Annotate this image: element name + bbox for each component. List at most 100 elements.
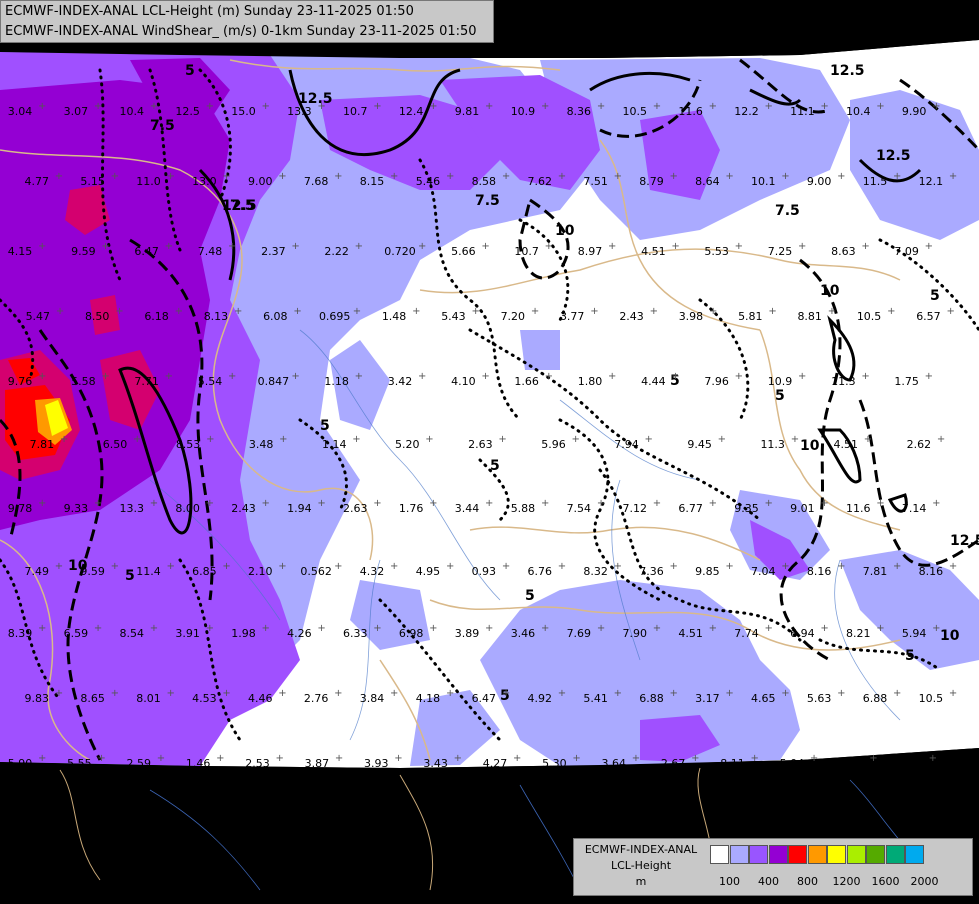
station-value: 13.3 — [287, 105, 312, 118]
station-value: 10.5 — [919, 692, 944, 705]
grid-cross-marker: + — [412, 306, 420, 317]
grid-cross-marker: + — [709, 498, 717, 509]
contour-label: 10 — [820, 283, 840, 299]
station-value: 3.42 — [388, 375, 413, 388]
station-value: 6.88 — [639, 692, 664, 705]
station-value: 7.49 — [25, 565, 50, 578]
station-value: 2.59 — [127, 757, 152, 770]
grid-cross-marker: + — [545, 371, 553, 382]
station-value: 6.57 — [916, 310, 941, 323]
station-value: 6.50 — [103, 438, 128, 451]
station-value: 4.53 — [192, 692, 217, 705]
station-value: 10.5 — [857, 310, 882, 323]
grid-cross-marker: + — [735, 371, 743, 382]
grid-cross-marker: + — [111, 171, 119, 182]
station-value: 9.01 — [790, 502, 815, 515]
grid-cross-marker: + — [558, 171, 566, 182]
grid-cross-marker: + — [949, 171, 957, 182]
grid-cross-marker: + — [485, 101, 493, 112]
grid-cross-marker: + — [222, 171, 230, 182]
station-value: 8.39 — [8, 627, 33, 640]
grid-cross-marker: + — [111, 688, 119, 699]
station-value: 4.46 — [248, 692, 273, 705]
grid-cross-marker: + — [502, 688, 510, 699]
grid-cross-marker: + — [390, 171, 398, 182]
station-value: 5.04 — [780, 757, 805, 770]
station-value: 3.44 — [455, 502, 480, 515]
grid-cross-marker: + — [502, 561, 510, 572]
station-value: 8.13 — [204, 310, 229, 323]
station-value: 8.32 — [583, 565, 608, 578]
station-value: 4.26 — [287, 627, 312, 640]
contour-label: 10 — [555, 223, 575, 239]
station-value: 1.66 — [514, 375, 539, 388]
legend-swatch — [710, 845, 729, 864]
station-value: 9.45 — [687, 438, 712, 451]
station-value: 5.47 — [26, 310, 51, 323]
station-value: 5.58 — [71, 375, 96, 388]
grid-cross-marker: + — [317, 101, 325, 112]
station-value: 4.51 — [834, 438, 859, 451]
station-value: 3.91 — [175, 627, 200, 640]
station-value: 6.18 — [144, 310, 169, 323]
grid-cross-marker: + — [429, 498, 437, 509]
grid-cross-marker: + — [454, 753, 462, 764]
contour-label: 5 — [905, 648, 915, 664]
grid-cross-marker: + — [38, 371, 46, 382]
grid-cross-marker: + — [278, 171, 286, 182]
station-value: 10.5 — [622, 105, 647, 118]
station-value: 7.20 — [501, 310, 526, 323]
color-legend: ECMWF-INDEX-ANAL LCL-Height m 100 400 800 1… — [573, 838, 973, 896]
contour-label: 5 — [490, 458, 500, 474]
station-value: 8.50 — [85, 310, 110, 323]
grid-cross-marker: + — [837, 688, 845, 699]
grid-cross-marker: + — [278, 688, 286, 699]
legend-title-line3: m — [635, 875, 647, 888]
grid-cross-marker: + — [38, 753, 46, 764]
station-value: 12.1 — [919, 175, 944, 188]
station-value: 9.00 — [248, 175, 273, 188]
grid-cross-marker: + — [781, 688, 789, 699]
grid-cross-marker: + — [691, 753, 699, 764]
contour-label: 7.5 — [475, 193, 500, 209]
grid-cross-marker: + — [669, 171, 677, 182]
station-value: 5.63 — [807, 692, 832, 705]
grid-cross-marker: + — [111, 561, 119, 572]
station-value: 7.14 — [902, 502, 927, 515]
grid-cross-marker: + — [541, 101, 549, 112]
grid-cross-marker: + — [781, 561, 789, 572]
grid-cross-marker: + — [206, 434, 214, 445]
station-value: 11.3 — [760, 438, 785, 451]
grid-cross-marker: + — [165, 371, 173, 382]
station-value: 4.77 — [25, 175, 50, 188]
grid-cross-marker: + — [653, 498, 661, 509]
station-value: 5.46 — [416, 175, 441, 188]
station-value: 7.12 — [622, 502, 647, 515]
legend-tick-label: 2000 — [910, 875, 939, 888]
station-value: 2.63 — [468, 438, 493, 451]
grid-cross-marker: + — [390, 561, 398, 572]
station-value: 15.0 — [231, 105, 256, 118]
grid-cross-marker: + — [653, 101, 661, 112]
station-value: 6.08 — [263, 310, 288, 323]
station-value: 8.36 — [567, 105, 592, 118]
station-value: 5.39 — [839, 757, 864, 770]
station-value: 8.53 — [176, 438, 201, 451]
station-value: 7.90 — [622, 627, 647, 640]
legend-swatch — [729, 845, 749, 864]
grid-cross-marker: + — [893, 688, 901, 699]
grid-cross-marker: + — [837, 561, 845, 572]
grid-cross-marker: + — [798, 241, 806, 252]
grid-cross-marker: + — [481, 371, 489, 382]
station-value: 13.3 — [120, 502, 145, 515]
station-value: 6.88 — [863, 692, 888, 705]
station-value: 2.63 — [343, 502, 368, 515]
station-value: 2.53 — [245, 757, 270, 770]
legend-title-line2: LCL-Height — [610, 859, 672, 872]
grid-cross-marker: + — [590, 306, 598, 317]
station-value: 6.98 — [399, 627, 424, 640]
grid-cross-marker: + — [352, 434, 360, 445]
grid-cross-marker: + — [876, 101, 884, 112]
station-value: 4.51 — [641, 245, 666, 258]
station-value: 5.54 — [198, 375, 223, 388]
